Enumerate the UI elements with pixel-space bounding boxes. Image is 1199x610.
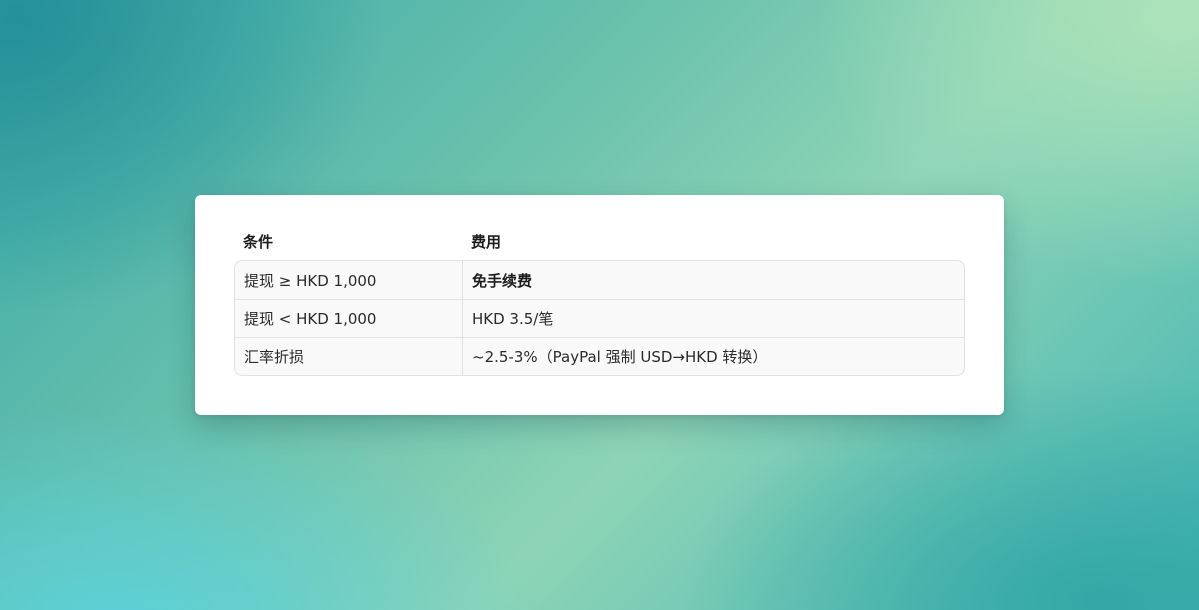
fee-table: 条件 费用 提现 ≥ HKD 1,000 免手续费 提现 < HKD 1,000… <box>234 223 965 376</box>
table-row: 提现 < HKD 1,000 HKD 3.5/笔 <box>235 299 964 337</box>
fee-cell: HKD 3.5/笔 <box>472 310 554 328</box>
header-condition: 条件 <box>243 233 274 251</box>
table-header-row: 条件 费用 <box>234 223 965 260</box>
header-fee: 费用 <box>471 233 502 251</box>
table-row: 汇率折损 ~2.5-3%（PayPal 强制 USD→HKD 转换） <box>235 337 964 375</box>
condition-cell: 汇率折损 <box>235 338 463 375</box>
condition-cell: 提现 ≥ HKD 1,000 <box>235 261 463 299</box>
condition-cell: 提现 < HKD 1,000 <box>235 300 463 337</box>
table-body: 提现 ≥ HKD 1,000 免手续费 提现 < HKD 1,000 HKD 3… <box>234 260 965 376</box>
table-row: 提现 ≥ HKD 1,000 免手续费 <box>235 261 964 299</box>
fee-cell: 免手续费 <box>472 271 533 290</box>
fee-table-card: 条件 费用 提现 ≥ HKD 1,000 免手续费 提现 < HKD 1,000… <box>195 195 1004 415</box>
fee-cell: ~2.5-3%（PayPal 强制 USD→HKD 转换） <box>472 348 768 366</box>
